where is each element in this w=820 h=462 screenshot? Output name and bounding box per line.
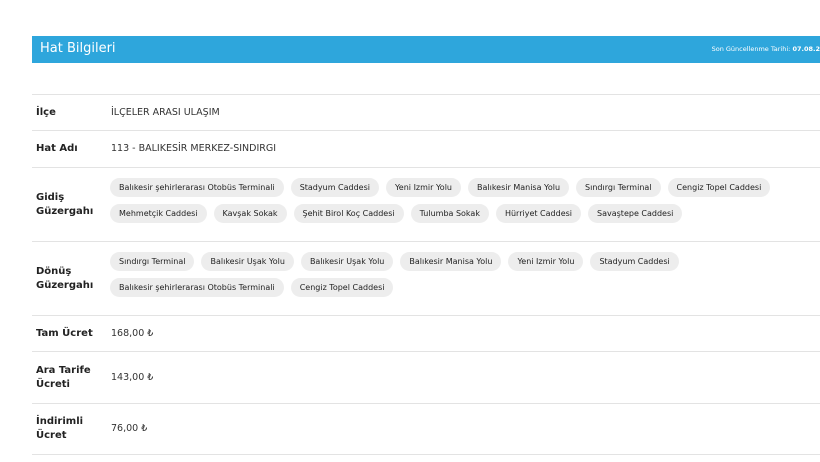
stop-chip: Kavşak Sokak [213, 204, 287, 223]
last-updated: Son Güncellenme Tarihi: 07.08.2 [712, 45, 820, 54]
row-ara-tarife: Ara Tarife Ücreti 143,00 ₺ [32, 352, 820, 404]
row-gidis-guzergahi: Gidiş Güzergahı Balıkesir şehirlerarası … [32, 168, 820, 242]
row-hat-adi: Hat Adı 113 - BALIKESİR MERKEZ-SINDIRGI [32, 131, 820, 168]
stop-chip: Yeni Izmir Yolu [508, 252, 584, 271]
stop-chip: Hürriyet Caddesi [495, 204, 582, 223]
ilce-value: İLÇELER ARASI ULAŞIM [111, 106, 220, 118]
indirimli-value: 76,00 ₺ [111, 423, 148, 434]
stop-chip: Balıkesir şehirlerarası Otobüs Terminali [110, 278, 284, 297]
donus-stops: Sındırgı Terminal Balıkesir Uşak Yolu Balı… [110, 252, 820, 297]
stop-chip: Stadyum Caddesi [290, 178, 379, 197]
donus-label: Dönüş Güzergahı [36, 265, 94, 291]
gidis-stops: Balıkesir şehirlerarası Otobüs Terminali… [110, 178, 820, 223]
row-tam-ucret: Tam Ücret 168,00 ₺ [32, 316, 820, 352]
last-updated-value: 07.08.2 [792, 45, 820, 53]
hat-adi-value: 113 - BALIKESİR MERKEZ-SINDIRGI [111, 143, 277, 154]
stop-chip: Mehmetçik Caddesi [110, 204, 207, 223]
stop-chip: Stadyum Caddesi [590, 252, 679, 271]
stop-chip: Sındırgı Terminal [576, 178, 661, 197]
stop-chip: Balıkesir Uşak Yolu [300, 252, 394, 271]
ara-tarife-value: 143,00 ₺ [111, 371, 154, 383]
gidis-label: Gidiş Güzergahı [36, 191, 94, 217]
stop-chip: Balıkesir Manisa Yolu [400, 252, 502, 271]
stop-chip: Savaştepe Caddesi [588, 204, 683, 223]
stop-chip: Balıkesir Uşak Yolu [201, 252, 294, 271]
hat-bilgileri-header: Hat Bilgileri Son Güncellenme Tarihi: 07… [32, 36, 820, 63]
page: Hat Bilgileri Son Güncellenme Tarihi: 07… [0, 0, 820, 462]
tam-ucret-label: Tam Ücret [36, 327, 93, 339]
stop-chip: Cengiz Topel Caddesi [667, 178, 771, 197]
stop-chip: Balıkesir Manisa Yolu [467, 178, 570, 197]
line-info-table: İlçe İLÇELER ARASI ULAŞIM Hat Adı 113 - … [32, 94, 820, 455]
stop-chip: Yeni Izmir Yolu [385, 178, 461, 197]
indirimli-label: İndirimli Ücret [36, 416, 84, 441]
stop-chip: Şehit Birol Koç Caddesi [293, 204, 404, 223]
row-ilce: İlçe İLÇELER ARASI ULAŞIM [32, 94, 820, 131]
last-updated-label: Son Güncellenme Tarihi: [711, 45, 791, 53]
stop-chip: Balıkesir şehirlerarası Otobüs Terminali [110, 178, 284, 197]
header-title: Hat Bilgileri [40, 41, 116, 56]
hat-adi-label: Hat Adı [36, 143, 78, 154]
stop-chip: Sındırgı Terminal [110, 252, 195, 271]
ara-tarife-label: Ara Tarife Ücreti [36, 364, 91, 390]
row-indirimli: İndirimli Ücret 76,00 ₺ [32, 404, 820, 455]
row-donus-guzergahi: Dönüş Güzergahı Sındırgı Terminal Balıkes… [32, 242, 820, 316]
tam-ucret-value: 168,00 ₺ [111, 327, 154, 339]
ilce-label: İlçe [36, 106, 56, 118]
stop-chip: Cengiz Topel Caddesi [290, 278, 394, 297]
stop-chip: Tulumba Sokak [410, 204, 489, 223]
